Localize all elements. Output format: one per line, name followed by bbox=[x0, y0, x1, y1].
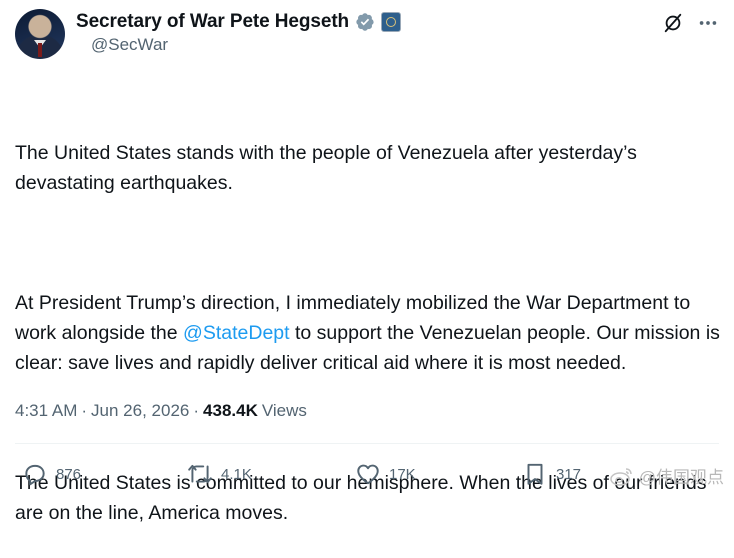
bookmark-count: 317 bbox=[556, 465, 582, 483]
grok-icon[interactable] bbox=[662, 12, 684, 34]
name-row: Secretary of War Pete Hegseth bbox=[76, 11, 402, 33]
separator: · bbox=[81, 401, 88, 420]
weibo-icon bbox=[609, 467, 632, 486]
watermark: @伟国观点 bbox=[609, 463, 724, 488]
mention-link[interactable]: @StateDept bbox=[183, 322, 290, 344]
divider bbox=[15, 443, 719, 444]
reply-icon bbox=[25, 464, 45, 486]
handle[interactable]: @SecWar bbox=[91, 35, 168, 55]
reply-button[interactable]: 876 bbox=[22, 461, 81, 487]
post-paragraph-1: The United States stands with the people… bbox=[15, 142, 643, 194]
repost-icon bbox=[188, 464, 212, 484]
like-count: 17K bbox=[389, 465, 416, 483]
more-icon[interactable] bbox=[697, 12, 719, 34]
post-header: Secretary of War Pete Hegseth @SecWar bbox=[15, 9, 719, 59]
like-button[interactable]: 17K bbox=[355, 461, 416, 487]
post-time[interactable]: 4:31 AM bbox=[15, 401, 77, 421]
post-paragraph-2: At President Trump’s direction, I immedi… bbox=[15, 288, 720, 378]
post-date[interactable]: Jun 26, 2026 bbox=[91, 401, 189, 421]
views-label: Views bbox=[261, 401, 307, 420]
views-count[interactable]: 438.4K bbox=[203, 401, 258, 421]
post-meta: 4:31 AM · Jun 26, 2026 · 438.4K Views bbox=[15, 401, 307, 421]
separator: · bbox=[193, 401, 200, 420]
government-seal-icon[interactable] bbox=[381, 12, 402, 32]
repost-button[interactable]: 4.1K bbox=[187, 461, 252, 487]
watermark-text: @伟国观点 bbox=[638, 468, 724, 487]
like-icon bbox=[357, 464, 379, 485]
avatar[interactable] bbox=[15, 9, 65, 59]
bookmark-button[interactable]: 317 bbox=[522, 461, 581, 487]
repost-count: 4.1K bbox=[221, 465, 252, 483]
reply-count: 876 bbox=[56, 465, 82, 483]
bookmark-icon bbox=[527, 463, 543, 485]
display-name[interactable]: Secretary of War Pete Hegseth bbox=[76, 11, 349, 33]
verified-badge-icon[interactable] bbox=[355, 12, 375, 32]
